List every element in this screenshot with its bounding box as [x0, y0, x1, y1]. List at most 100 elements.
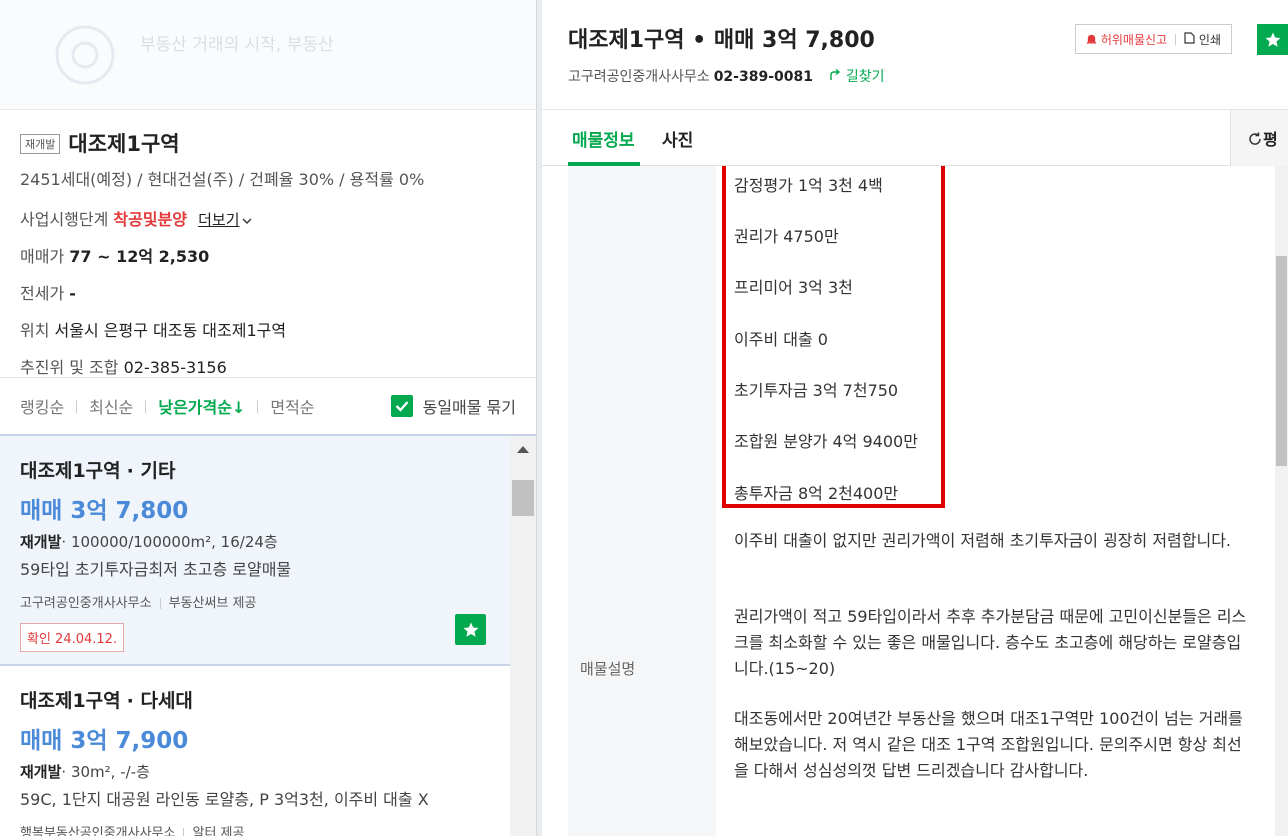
- desc-paragraph: 대조동에서만 20여년간 부동산을 했으며 대조1구역만 100건이 넘는 거래…: [734, 709, 1243, 780]
- desc-paragraph: 이주비 대출이 없지만 권리가액이 저렴해 초기투자금이 굉장히 저렴합니다.: [734, 531, 1232, 550]
- more-label: 더보기: [198, 211, 240, 229]
- more-link[interactable]: 더보기: [198, 211, 252, 229]
- document-icon: [1184, 31, 1195, 44]
- listing-provider: 부동산써브 제공: [168, 596, 257, 611]
- listing-spec-category: 재개발: [20, 763, 62, 781]
- list-item[interactable]: 대조제1구역 · 기타 매매 3억 7,800 재개발· 100000/10000…: [0, 436, 510, 666]
- detail-content: 매물설명 감정평가 1억 3천 4백 권리가 4750만 프리미어 3억 3천 …: [542, 166, 1275, 836]
- complex-summary: 2451세대(예정) / 현대건설(주) / 건폐율 30% / 용적률 0%: [20, 170, 425, 189]
- desc-paragraph: 권리가액이 적고 59타입이라서 추후 추가분담금 때문에 고민이신분들은 리스…: [734, 607, 1247, 678]
- listing-agent: 고구려공인중개사사무소: [20, 596, 152, 611]
- location-label: 위치: [20, 321, 50, 340]
- jeonse-label: 전세가: [20, 284, 65, 303]
- location-value: 서울시 은평구 대조동 대조제1구역: [54, 321, 287, 340]
- faded-logo-icon: [55, 25, 115, 85]
- sort-low-price[interactable]: 낮은가격순↓: [158, 394, 245, 418]
- listing-spec: 재개발· 100000/100000m², 16/24층: [20, 531, 490, 552]
- chevron-down-icon: [242, 218, 252, 224]
- checkmark-icon: [395, 401, 408, 412]
- list-scrollbar[interactable]: [510, 436, 536, 836]
- listing-agent: 행복부동산공인중개사사무소: [20, 826, 176, 836]
- report-button[interactable]: 허위매물신고: [1086, 31, 1167, 48]
- favorite-button[interactable]: [1257, 24, 1288, 55]
- list-item[interactable]: 대조제1구역 · 다세대 매매 3억 7,900 재개발· 30m², -/-층 …: [0, 666, 510, 836]
- favorite-button[interactable]: [455, 614, 486, 645]
- route-arrow-icon: [830, 68, 841, 80]
- jeonse-value: -: [69, 284, 76, 303]
- listing-spec-detail: · 30m², -/-층: [61, 763, 150, 781]
- faded-brand-text: 부동산 거래의 시작, 부동산: [140, 35, 334, 55]
- listing-title: 대조제1구역 · 기타: [20, 456, 490, 483]
- listing-title: 대조제1구역 · 다세대: [20, 686, 490, 713]
- sort-area[interactable]: 면적순: [270, 394, 314, 418]
- action-divider: [1175, 33, 1177, 45]
- refresh-label: 평: [1263, 130, 1278, 149]
- sort-divider: [145, 399, 147, 413]
- stage-label: 사업시행단계: [20, 210, 109, 229]
- union-phone: 02-385-3156: [123, 358, 227, 377]
- group-listings-toggle[interactable]: 동일매물 묶기: [390, 394, 516, 418]
- scrollbar-thumb[interactable]: [1276, 256, 1287, 466]
- sort-divider: [76, 399, 78, 413]
- listing-name: 대조제1구역: [20, 460, 121, 482]
- listing-type: · 다세대: [126, 690, 193, 712]
- agency-name: 고구려공인중개사사무소: [568, 69, 710, 85]
- listing-price: 매매 3억 7,800: [20, 498, 189, 524]
- sort-divider: [257, 399, 259, 413]
- agent-divider: [159, 598, 161, 609]
- sort-ranking[interactable]: 랭킹순: [20, 394, 64, 418]
- detail-scrollbar[interactable]: [1275, 166, 1288, 836]
- siren-icon: [1086, 34, 1097, 44]
- union-row: 추진위 및 조합 02-385-3156: [20, 354, 516, 378]
- refresh-icon: [1249, 132, 1261, 145]
- listing-name: 대조제1구역: [20, 690, 121, 712]
- listing-list: 대조제1구역 · 기타 매매 3억 7,800 재개발· 100000/10000…: [0, 436, 510, 836]
- scroll-up-arrow-icon[interactable]: [517, 446, 529, 453]
- print-button[interactable]: 인쇄: [1184, 31, 1221, 48]
- location-row: 위치 서울시 은평구 대조동 대조제1구역: [20, 317, 516, 341]
- listing-spec-category: 재개발: [20, 533, 62, 551]
- listing-provider: 알터 제공: [192, 826, 245, 836]
- price-row: 매매가 77 ~ 12억 2,530: [20, 243, 516, 267]
- stage-row: 사업시행단계 착공및분양 더보기: [20, 206, 516, 230]
- listing-desc: 59C, 1단지 대공원 라인동 로얄층, P 3억3천, 이주비 대출 X: [20, 790, 429, 809]
- print-label: 인쇄: [1198, 32, 1221, 47]
- detail-header: 대조제1구역 • 매매 3억 7,800 고구려공인중개사사무소 02-389-0…: [542, 0, 1288, 110]
- complex-name: 대조제1구역: [68, 132, 180, 156]
- confirm-date-badge: 확인 24.04.12.: [20, 623, 125, 652]
- listing-desc: 59타입 초기투자금최저 초고층 로얄매물: [20, 560, 292, 579]
- detail-agency-row: 고구려공인중개사사무소 02-389-0081 길찾기: [568, 66, 1262, 86]
- union-label: 추진위 및 조합: [20, 358, 119, 377]
- detail-tabs: 매물정보 사진 평: [542, 110, 1288, 166]
- listing-type: · 기타: [126, 460, 176, 482]
- group-label: 동일매물 묶기: [422, 398, 516, 417]
- stage-value: 착공및분양: [113, 210, 188, 229]
- tab-listing-info[interactable]: 매물정보: [572, 126, 635, 151]
- agent-divider: [183, 828, 185, 836]
- scrollbar-thumb[interactable]: [512, 480, 534, 516]
- left-panel: 부동산 거래의 시작, 부동산 재개발 대조제1구역 2451세대(예정) / 현…: [0, 0, 536, 836]
- group-checkbox[interactable]: [390, 395, 413, 417]
- route-label: 길찾기: [845, 69, 885, 85]
- report-label: 허위매물신고: [1100, 32, 1168, 47]
- star-icon: [1265, 32, 1280, 47]
- header-actions: 허위매물신고 인쇄: [1075, 24, 1232, 54]
- listing-price: 매매 3억 7,900: [20, 728, 189, 754]
- listing-agent-row: 고구려공인중개사사무소 부동산써브 제공: [20, 592, 490, 611]
- star-icon: [463, 622, 478, 637]
- listing-agent-row: 행복부동산공인중개사사무소 알터 제공: [20, 822, 490, 836]
- detail-panel: 대조제1구역 • 매매 3억 7,800 고구려공인중개사사무소 02-389-0…: [542, 0, 1288, 836]
- route-link[interactable]: 길찾기: [829, 68, 885, 85]
- complex-title-row: 재개발 대조제1구역: [20, 128, 516, 162]
- sort-latest[interactable]: 최신순: [89, 394, 133, 418]
- refresh-button[interactable]: 평: [1230, 110, 1288, 166]
- red-highlight-box: [722, 166, 945, 508]
- sort-bar: 랭킹순 최신순 낮은가격순↓ 면적순 동일매물 묶기: [0, 378, 536, 436]
- label-column: 매물설명: [568, 166, 716, 836]
- tab-photos[interactable]: 사진: [662, 126, 693, 151]
- price-label: 매매가: [20, 247, 65, 266]
- agency-phone: 02-389-0081: [713, 69, 813, 85]
- listing-spec-detail: · 100000/100000m², 16/24층: [61, 533, 278, 551]
- jeonse-row: 전세가 -: [20, 280, 516, 304]
- desc-label: 매물설명: [580, 660, 636, 678]
